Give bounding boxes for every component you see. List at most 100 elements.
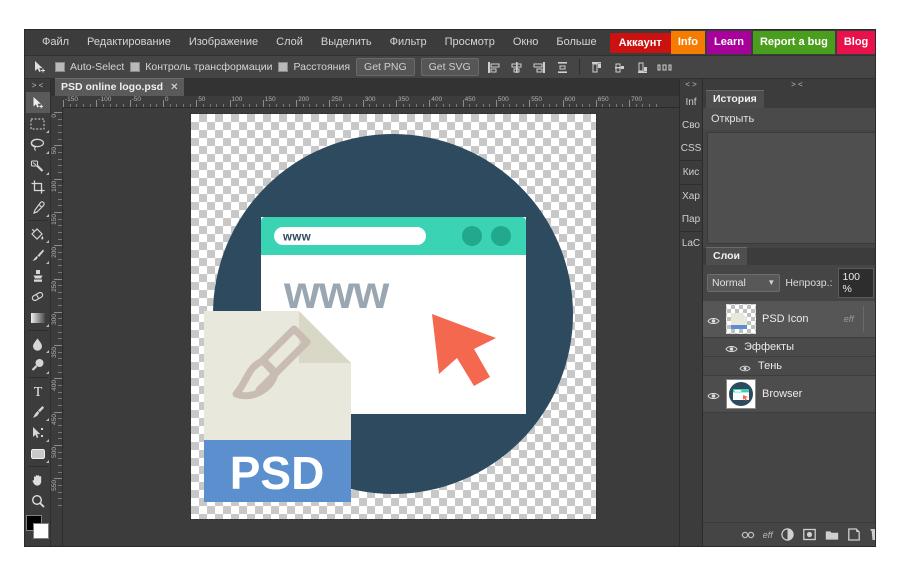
vtab-info[interactable]: Inf bbox=[680, 91, 702, 114]
badge-report-a-bug[interactable]: Report a bug bbox=[752, 31, 835, 54]
account-button[interactable]: Аккаунт bbox=[609, 32, 671, 53]
layer-thumbnail[interactable] bbox=[726, 303, 756, 334]
layer-row-drop-shadow[interactable]: Тень bbox=[703, 356, 875, 376]
ruler-tick bbox=[495, 100, 497, 107]
align-middle-v-icon[interactable] bbox=[611, 59, 628, 76]
tool-dodge[interactable] bbox=[26, 354, 50, 375]
vtab-properties[interactable]: Сво bbox=[680, 114, 702, 137]
color-swatches[interactable] bbox=[25, 515, 50, 541]
canvas-viewport[interactable]: www www PSD bbox=[63, 108, 679, 546]
badge-learn[interactable]: Learn bbox=[707, 31, 751, 54]
tool-crop[interactable] bbox=[26, 176, 50, 197]
tool-lasso[interactable] bbox=[26, 134, 50, 155]
background-color-swatch[interactable] bbox=[32, 523, 49, 539]
align-center-h-icon[interactable] bbox=[508, 59, 525, 76]
horizontal-ruler[interactable]: -150 -100 -50 0 50 100 150 200 250 300 350 400 450 50… bbox=[63, 96, 679, 108]
align-right-icon[interactable] bbox=[531, 59, 548, 76]
eye-icon[interactable] bbox=[707, 388, 720, 400]
tool-brush[interactable] bbox=[26, 244, 50, 265]
get-png-button[interactable]: Get PNG bbox=[356, 58, 415, 76]
tool-path-select[interactable] bbox=[26, 422, 50, 443]
chevron-down-icon[interactable]: ▼ bbox=[767, 278, 775, 287]
distribute-v-icon[interactable] bbox=[554, 59, 571, 76]
eye-icon[interactable] bbox=[725, 341, 738, 353]
new-group-icon[interactable] bbox=[825, 528, 839, 542]
tool-magic-wand[interactable] bbox=[26, 155, 50, 176]
tool-blur[interactable] bbox=[26, 333, 50, 354]
menu-item-file[interactable]: Файл bbox=[33, 31, 78, 54]
vtab-layer-comps[interactable]: LaC bbox=[680, 232, 702, 255]
tab-layers[interactable]: Слои bbox=[706, 246, 747, 265]
artboard[interactable]: www www PSD bbox=[190, 113, 597, 520]
tool-marquee[interactable] bbox=[26, 113, 50, 134]
tools-panel-grip[interactable]: > < bbox=[32, 80, 44, 92]
get-svg-button[interactable]: Get SVG bbox=[420, 58, 479, 76]
layer-effects-icon[interactable]: eff bbox=[763, 530, 773, 540]
eye-icon[interactable] bbox=[739, 360, 752, 372]
ruler-label: 350 bbox=[51, 347, 58, 358]
tool-text[interactable]: T bbox=[26, 380, 50, 401]
eye-icon[interactable] bbox=[707, 313, 720, 325]
checkbox-box-distances[interactable] bbox=[278, 62, 289, 72]
menu-item-image[interactable]: Изображение bbox=[180, 31, 267, 54]
tool-zoom[interactable] bbox=[26, 490, 50, 511]
layer-thumbnail[interactable] bbox=[726, 378, 756, 409]
tool-stamp[interactable] bbox=[26, 265, 50, 286]
move-tool-icon[interactable] bbox=[31, 59, 49, 76]
menu-item-view[interactable]: Просмотр bbox=[436, 31, 504, 54]
vtab-paragraph[interactable]: Пар bbox=[680, 208, 702, 231]
vertical-ruler[interactable]: 0 50 100 150 200 250 300 350 400 450 500 550 bbox=[51, 108, 63, 546]
transform-controls-checkbox[interactable]: Контроль трансформации bbox=[130, 61, 272, 73]
ruler-label: 400 bbox=[431, 96, 443, 103]
tool-shape[interactable] bbox=[26, 443, 50, 464]
blend-mode-select[interactable]: Normal ▼ bbox=[707, 273, 781, 292]
auto-select-checkbox[interactable]: Auto-Select bbox=[55, 61, 124, 73]
layer-mask-icon[interactable] bbox=[803, 528, 817, 542]
auto-select-label: Auto-Select bbox=[70, 61, 125, 73]
ruler-label: 50 bbox=[198, 96, 206, 103]
menu-item-window[interactable]: Окно bbox=[504, 31, 548, 54]
vtab-brushes[interactable]: Кис bbox=[680, 161, 702, 184]
menu-item-layer[interactable]: Слой bbox=[267, 31, 312, 54]
tool-paint-bucket[interactable] bbox=[26, 223, 50, 244]
vertical-tabs-grip[interactable]: < > bbox=[685, 79, 697, 91]
new-layer-icon[interactable] bbox=[847, 528, 861, 542]
link-layers-icon[interactable] bbox=[741, 528, 755, 542]
menu-item-edit[interactable]: Редактирование bbox=[78, 31, 180, 54]
close-icon[interactable]: ✕ bbox=[170, 82, 178, 93]
checkbox-box-auto-select[interactable] bbox=[55, 62, 65, 72]
ruler-tick bbox=[396, 100, 397, 107]
layer-row-effects-group[interactable]: Эффекты bbox=[703, 337, 875, 357]
distribute-h-icon[interactable] bbox=[657, 59, 674, 76]
layer-row-browser[interactable]: Browser bbox=[703, 375, 875, 413]
tool-eyedropper[interactable] bbox=[26, 197, 50, 218]
badge-info[interactable]: Info bbox=[670, 31, 705, 54]
tool-gradient[interactable] bbox=[26, 307, 50, 328]
align-top-icon[interactable] bbox=[588, 59, 605, 76]
menu-item-more[interactable]: Больше bbox=[547, 31, 605, 54]
menu-item-select[interactable]: Выделить bbox=[312, 31, 381, 54]
document-tab[interactable]: PSD online logo.psd ✕ bbox=[55, 78, 185, 96]
layer-effects-indicator[interactable]: eff bbox=[844, 314, 854, 324]
history-empty-area[interactable] bbox=[707, 132, 875, 244]
align-bottom-icon[interactable] bbox=[634, 59, 651, 76]
layer-row-psd-icon[interactable]: PSD Icon eff bbox=[703, 300, 875, 338]
distances-checkbox[interactable]: Расстояния bbox=[278, 61, 350, 73]
tool-pen[interactable] bbox=[26, 401, 50, 422]
ruler-label: 450 bbox=[464, 96, 476, 103]
delete-layer-icon[interactable] bbox=[869, 528, 875, 542]
vtab-character[interactable]: Хар bbox=[680, 185, 702, 208]
tab-history[interactable]: История bbox=[706, 90, 764, 108]
checkbox-box-transform-controls[interactable] bbox=[130, 62, 141, 72]
tool-eraser[interactable] bbox=[26, 286, 50, 307]
ruler-minor-tick bbox=[58, 431, 62, 433]
tool-hand[interactable] bbox=[26, 469, 50, 490]
history-item-open[interactable]: Открыть bbox=[703, 111, 875, 127]
align-left-icon[interactable] bbox=[485, 59, 502, 76]
tool-move[interactable] bbox=[25, 92, 50, 113]
badge-blog[interactable]: Blog bbox=[836, 31, 875, 54]
adjustment-layer-icon[interactable] bbox=[781, 528, 795, 542]
vtab-css[interactable]: CSS bbox=[680, 137, 702, 160]
opacity-value[interactable]: 100 % bbox=[837, 267, 874, 298]
menu-item-filter[interactable]: Фильтр bbox=[381, 31, 436, 54]
